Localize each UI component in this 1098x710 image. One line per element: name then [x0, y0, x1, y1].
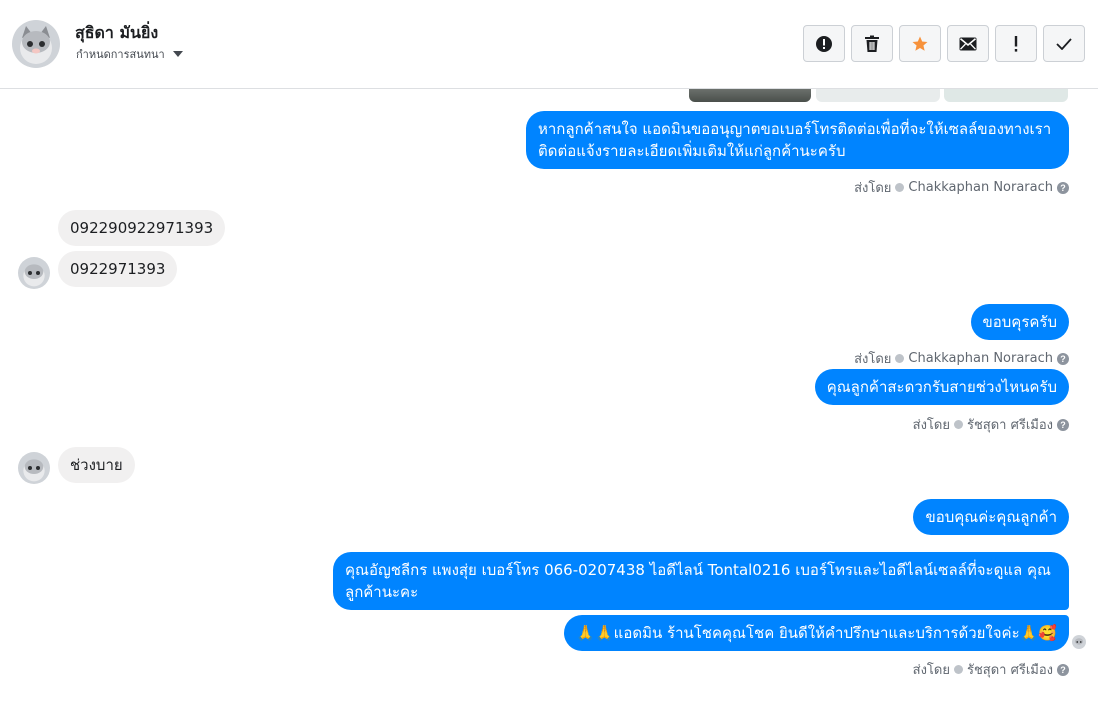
sent-check-icon [895, 183, 905, 192]
sent-by-agent: Chakkaphan Norarach [908, 351, 1053, 366]
sent-by-agent: รัชสุดา ศรีเมือง [966, 418, 1053, 433]
outgoing-message[interactable]: คุณลูกค้าสะดวกรับสายช่วงไหนครับ [814, 369, 1069, 405]
conversation-header: สุธิดา มันยิ่ง กำหนดการสนทนา [0, 0, 1098, 89]
message-text: ขอบคุณค่ะคุณลูกค้า [925, 508, 1057, 526]
outgoing-message[interactable]: หากลูกค้าสนใจ แอดมินขออนุญาตขอเบอร์โทรติ… [526, 111, 1069, 169]
sent-by-agent: Chakkaphan Norarach [908, 180, 1053, 195]
message-text: 0922971393 [70, 260, 166, 278]
incoming-message[interactable]: 0922971393 [58, 251, 178, 287]
sent-check-icon [895, 354, 905, 363]
outgoing-message[interactable]: 🙏🙏แอดมิน ร้านโชคคุณโชค ยินดีให้คำปรึกษาแ… [564, 615, 1069, 651]
message-text: ขอบคุรครับ [982, 313, 1058, 331]
mark-unread-button[interactable] [947, 25, 989, 62]
image-thumbnail[interactable] [816, 89, 940, 102]
incoming-message[interactable]: ช่วงบาย [58, 447, 135, 483]
contact-avatar-small[interactable] [18, 257, 50, 289]
mark-done-button[interactable] [1043, 25, 1085, 62]
sent-check-icon [953, 665, 963, 674]
sent-by-prefix: ส่งโดย [854, 181, 892, 196]
message-text: 092290922971393 [70, 219, 214, 237]
sent-by-label: ส่งโดย รัชสุดา ศรีเมือง ? [913, 414, 1069, 435]
sent-by-prefix: ส่งโดย [854, 352, 892, 367]
sent-by-prefix: ส่งโดย [912, 418, 950, 433]
message-text: ช่วงบาย [70, 456, 123, 474]
help-icon[interactable]: ? [1057, 181, 1069, 194]
image-thumbnail[interactable] [689, 89, 811, 102]
sent-by-agent: รัชสุดา ศรีเมือง [966, 663, 1053, 678]
alert-circle-icon [816, 35, 832, 52]
message-text: คุณอัญชลีกร แพงสุ่ย เบอร์โทร 066-0207438… [345, 561, 1051, 601]
help-icon[interactable]: ? [1057, 418, 1069, 431]
incoming-message[interactable]: 092290922971393 [58, 210, 226, 246]
header-actions [803, 25, 1085, 62]
sent-by-label: ส่งโดย Chakkaphan Norarach ? [854, 348, 1069, 369]
checkmark-icon [1056, 37, 1072, 50]
help-icon[interactable]: ? [1057, 663, 1069, 676]
seen-avatar-icon [1072, 635, 1086, 649]
sent-by-label: ส่งโดย Chakkaphan Norarach ? [854, 177, 1069, 198]
message-text: หากลูกค้าสนใจ แอดมินขออนุญาตขอเบอร์โทรติ… [538, 120, 1052, 160]
report-spam-button[interactable] [803, 25, 845, 62]
follow-up-button[interactable] [995, 25, 1037, 62]
delete-button[interactable] [851, 25, 893, 62]
caret-down-icon [172, 51, 183, 57]
message-text: คุณลูกค้าสะดวกรับสายช่วงไหนครับ [826, 378, 1057, 396]
exclamation-icon [1014, 35, 1018, 52]
sent-by-label: ส่งโดย รัชสุดา ศรีเมือง ? [913, 659, 1069, 680]
help-icon[interactable]: ? [1057, 352, 1069, 365]
contact-avatar[interactable] [12, 20, 60, 68]
sent-by-prefix: ส่งโดย [912, 663, 950, 678]
contact-avatar-small[interactable] [18, 452, 50, 484]
sent-check-icon [953, 420, 963, 429]
outgoing-message[interactable]: ขอบคุณค่ะคุณลูกค้า [913, 499, 1069, 535]
assign-label: กำหนดการสนทนา [76, 48, 165, 61]
message-text: 🙏🙏แอดมิน ร้านโชคคุณโชค ยินดีให้คำปรึกษาแ… [576, 624, 1057, 642]
star-icon [912, 36, 928, 51]
contact-name: สุธิดา มันยิ่ง [75, 23, 159, 42]
trash-icon [865, 35, 879, 52]
image-thumbnail[interactable] [944, 89, 1068, 102]
assign-conversation-dropdown[interactable]: กำหนดการสนทนา [76, 45, 183, 63]
outgoing-message[interactable]: ขอบคุรครับ [970, 304, 1069, 340]
star-button[interactable] [899, 25, 941, 62]
outgoing-message[interactable]: คุณอัญชลีกร แพงสุ่ย เบอร์โทร 066-0207438… [333, 552, 1069, 610]
envelope-icon [959, 37, 977, 50]
